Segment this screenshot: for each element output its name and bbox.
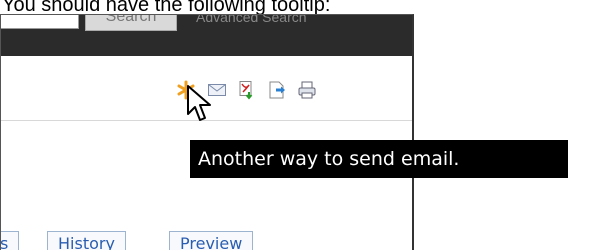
mouse-cursor-icon xyxy=(187,85,211,121)
screenshot-frame: Search Advanced Search s History Preview xyxy=(0,14,414,250)
tab-preview[interactable]: Preview xyxy=(169,231,254,250)
top-bar: Search Advanced Search xyxy=(1,15,412,56)
tab-bar: s History Preview xyxy=(1,231,412,250)
advanced-search-link[interactable]: Advanced Search xyxy=(196,15,307,25)
tab-history[interactable]: History xyxy=(47,231,126,250)
tooltip: Another way to send email. xyxy=(190,140,568,178)
export-icon[interactable] xyxy=(267,80,287,100)
search-button[interactable]: Search xyxy=(85,15,177,31)
pdf-icon[interactable] xyxy=(237,80,257,100)
tab-partial[interactable]: s xyxy=(1,231,20,250)
print-icon[interactable] xyxy=(297,80,317,100)
search-input[interactable] xyxy=(1,15,79,29)
